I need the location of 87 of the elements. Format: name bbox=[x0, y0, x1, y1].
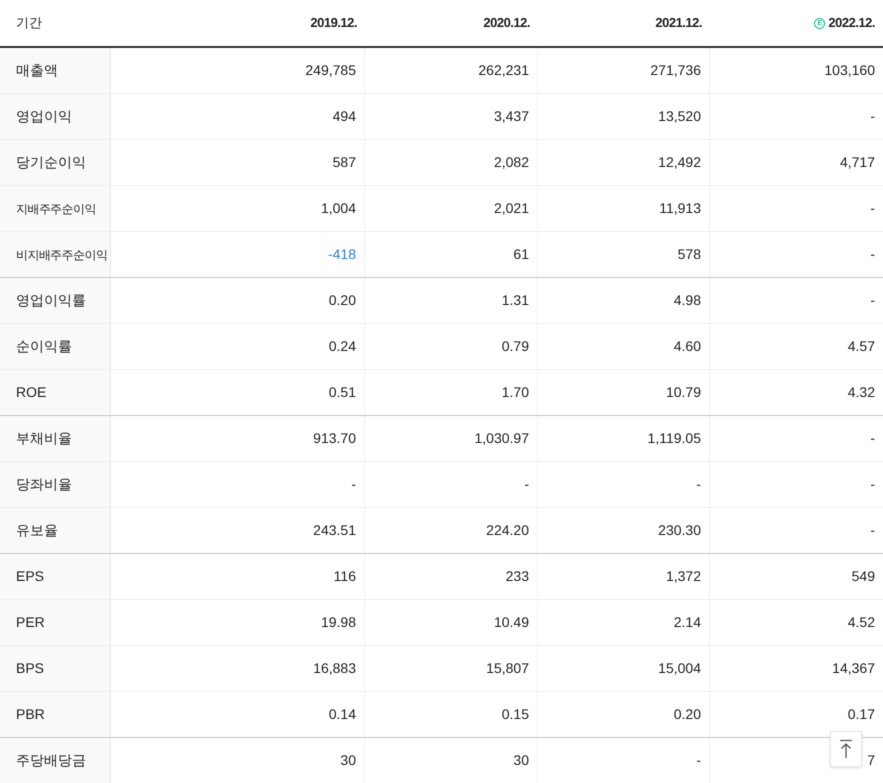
cell-value: 1,119.05 bbox=[648, 429, 701, 448]
cell-value: 0.15 bbox=[502, 705, 529, 724]
cell-value: 2.14 bbox=[674, 613, 701, 632]
cell-value: 0.20 bbox=[674, 705, 701, 724]
cell-value: - bbox=[351, 475, 356, 494]
row-label: 주당배당금 bbox=[0, 738, 111, 783]
cell-value: -418 bbox=[328, 245, 356, 264]
cell-value: 15,807 bbox=[486, 659, 529, 678]
cell-value: 271,736 bbox=[650, 61, 701, 80]
cell-value: 14,367 bbox=[832, 659, 875, 678]
cell-value: - bbox=[870, 107, 875, 126]
cell-value: 4.32 bbox=[848, 383, 875, 402]
cell-value: 233 bbox=[506, 567, 529, 586]
cell-value: 116 bbox=[334, 567, 356, 586]
cell-value: 4,717 bbox=[840, 153, 875, 172]
row-label: 영업이익 bbox=[0, 94, 111, 139]
row-label: BPS bbox=[0, 646, 111, 691]
cell-value: 11,913 bbox=[659, 199, 701, 218]
cell-value: 61 bbox=[513, 245, 529, 264]
cell-value: 1.31 bbox=[502, 291, 529, 310]
cell-value: 3,437 bbox=[494, 107, 529, 126]
cell-value: 1,004 bbox=[320, 199, 356, 218]
cell-value: 10.49 bbox=[494, 613, 529, 632]
cell-value: 1,030.97 bbox=[474, 429, 529, 448]
cell-value: 0.14 bbox=[328, 705, 356, 724]
cell-value: 4.57 bbox=[848, 337, 875, 356]
cell-value: 15,004 bbox=[658, 659, 701, 678]
cell-value: - bbox=[870, 475, 875, 494]
row-label: 매출액 bbox=[0, 48, 111, 93]
row-label: ROE bbox=[0, 370, 111, 415]
cell-value: 0.20 bbox=[328, 291, 356, 310]
row-label: EPS bbox=[0, 554, 111, 599]
row-label: 영업이익률 bbox=[0, 278, 111, 323]
cell-value: - bbox=[870, 199, 875, 218]
cell-value: 0.51 bbox=[328, 383, 356, 402]
cell-value: 10.79 bbox=[666, 383, 701, 402]
column-header: 2021.12. bbox=[655, 14, 702, 32]
cell-value: 2,021 bbox=[494, 199, 529, 218]
cell-value: 12,492 bbox=[658, 153, 701, 172]
cell-value: 7 bbox=[867, 751, 875, 770]
cell-value: - bbox=[870, 429, 875, 448]
row-label: 지배주주순이익 bbox=[0, 186, 111, 231]
back-to-top-button[interactable] bbox=[830, 731, 862, 767]
column-header: 2019.12. bbox=[310, 14, 357, 32]
row-label: PER bbox=[0, 600, 111, 645]
row-label: 유보율 bbox=[0, 508, 111, 553]
column-header: 2022.12. bbox=[828, 14, 875, 32]
column-header: 2020.12. bbox=[483, 14, 530, 32]
cell-value: 494 bbox=[332, 107, 356, 126]
cell-value: 262,231 bbox=[478, 61, 529, 80]
cell-value: 249,785 bbox=[305, 61, 356, 80]
cell-value: - bbox=[524, 475, 529, 494]
cell-value: 587 bbox=[332, 153, 356, 172]
row-label: 부채비율 bbox=[0, 416, 111, 461]
row-label: PBR bbox=[0, 692, 111, 737]
row-label: 순이익률 bbox=[0, 324, 111, 369]
cell-value: 30 bbox=[340, 751, 356, 770]
cell-value: 19.98 bbox=[320, 613, 356, 632]
cell-value: - bbox=[870, 291, 875, 310]
cell-value: 578 bbox=[678, 245, 701, 264]
arrow-up-icon bbox=[839, 739, 853, 759]
cell-value: 4.98 bbox=[674, 291, 701, 310]
cell-value: - bbox=[870, 245, 875, 264]
cell-value: 2,082 bbox=[494, 153, 529, 172]
cell-value: 549 bbox=[852, 567, 875, 586]
cell-value: 1.70 bbox=[502, 383, 529, 402]
cell-value: 103,160 bbox=[824, 61, 875, 80]
row-label: 당좌비율 bbox=[0, 462, 111, 507]
cell-value: 224.20 bbox=[486, 521, 529, 540]
cell-value: 16,883 bbox=[313, 659, 356, 678]
column-header: 기간 bbox=[15, 14, 43, 32]
row-label: 당기순이익 bbox=[0, 140, 111, 185]
cell-value: 1,372 bbox=[666, 567, 701, 586]
cell-value: 0.17 bbox=[848, 705, 875, 724]
cell-value: 0.79 bbox=[502, 337, 529, 356]
cell-value: - bbox=[696, 751, 701, 770]
cell-value: - bbox=[696, 475, 701, 494]
cell-value: 243.51 bbox=[313, 521, 356, 540]
cell-value: 230.30 bbox=[658, 521, 701, 540]
row-label: 비지배주주순이익 bbox=[0, 232, 111, 277]
cell-value: 913.70 bbox=[313, 429, 356, 448]
cell-value: 4.52 bbox=[848, 613, 875, 632]
cell-value: 13,520 bbox=[658, 107, 701, 126]
cell-value: 4.60 bbox=[674, 337, 701, 356]
cell-value: - bbox=[870, 521, 875, 540]
cell-value: 30 bbox=[513, 751, 529, 770]
cell-value: 0.24 bbox=[328, 337, 356, 356]
